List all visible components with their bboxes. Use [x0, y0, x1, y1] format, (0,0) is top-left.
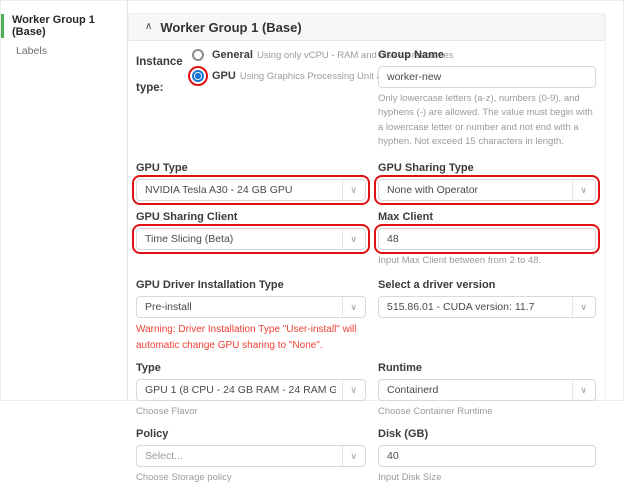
gpu-driver-installation-type-field: GPU Driver Installation Type Pre-install…: [136, 279, 366, 353]
group-name-field: Group Name Only lowercase letters (a-z),…: [378, 49, 596, 149]
instance-type-field: Instance type: General Using only vCPU -…: [136, 49, 366, 149]
driver-install-warning: Warning: Driver Installation Type "User-…: [136, 322, 366, 353]
policy-select[interactable]: Select... ∨: [136, 445, 366, 467]
disk-helper: Input Disk Size: [378, 471, 596, 485]
max-client-helper: Input Max Client between from 2 to 48.: [378, 254, 596, 268]
chevron-down-icon[interactable]: ∨: [342, 446, 357, 466]
gpu-sharing-type-label: GPU Sharing Type: [378, 162, 596, 174]
panel-title: Worker Group 1 (Base): [160, 20, 301, 35]
radio-general-icon[interactable]: [192, 49, 204, 61]
runtime-label: Runtime: [378, 362, 596, 374]
worker-group-panel: ∧ Worker Group 1 (Base) Instance type: G…: [128, 13, 606, 400]
gpu-sharing-type-field: GPU Sharing Type None with Operator ∨: [378, 162, 596, 201]
chevron-down-icon[interactable]: ∨: [342, 180, 357, 200]
flavor-type-field: Type GPU 1 (8 CPU - 24 GB RAM - 24 RAM G…: [136, 362, 366, 419]
gpu-driver-installation-type-label: GPU Driver Installation Type: [136, 279, 366, 291]
group-name-input[interactable]: [378, 66, 596, 88]
flavor-type-select[interactable]: GPU 1 (8 CPU - 24 GB RAM - 24 RAM GPU) ∨: [136, 379, 366, 401]
panel-header[interactable]: ∧ Worker Group 1 (Base): [128, 13, 605, 41]
chevron-up-icon[interactable]: ∧: [145, 22, 152, 32]
chevron-down-icon[interactable]: ∨: [342, 297, 357, 317]
gpu-type-field: GPU Type NVIDIA Tesla A30 - 24 GB GPU ∨: [136, 162, 366, 201]
driver-version-field: Select a driver version 515.86.01 - CUDA…: [378, 279, 596, 353]
policy-helper: Choose Storage policy: [136, 471, 366, 485]
runtime-field: Runtime Containerd ∨ Choose Container Ru…: [378, 362, 596, 419]
chevron-down-icon[interactable]: ∨: [342, 229, 357, 249]
chevron-down-icon[interactable]: ∨: [572, 180, 587, 200]
group-name-label: Group Name: [378, 49, 596, 61]
disk-input[interactable]: [378, 445, 596, 467]
gpu-sharing-client-select[interactable]: Time Slicing (Beta) ∨: [136, 228, 366, 250]
radio-gpu-icon[interactable]: [192, 70, 204, 82]
gpu-sharing-client-field: GPU Sharing Client Time Slicing (Beta) ∨: [136, 211, 366, 268]
disk-label: Disk (GB): [378, 428, 596, 440]
sidebar: Worker Group 1 (Base) Labels: [1, 1, 128, 400]
policy-label: Policy: [136, 428, 366, 440]
flavor-helper: Choose Flavor: [136, 405, 366, 419]
disk-field: Disk (GB) Input Disk Size: [378, 428, 596, 485]
group-name-helper: Only lowercase letters (a-z), numbers (0…: [378, 92, 596, 149]
instance-type-label: Instance type:: [136, 49, 192, 149]
flavor-type-label: Type: [136, 362, 366, 374]
gpu-type-select[interactable]: NVIDIA Tesla A30 - 24 GB GPU ∨: [136, 179, 366, 201]
worker-group-form: Instance type: General Using only vCPU -…: [128, 41, 605, 485]
page: Worker Group 1 (Base) Labels ∧ Worker Gr…: [0, 0, 624, 401]
chevron-down-icon[interactable]: ∨: [342, 380, 357, 400]
max-client-label: Max Client: [378, 211, 596, 223]
driver-version-select[interactable]: 515.86.01 - CUDA version: 11.7 ∨: [378, 296, 596, 318]
chevron-down-icon[interactable]: ∨: [572, 297, 587, 317]
gpu-sharing-type-select[interactable]: None with Operator ∨: [378, 179, 596, 201]
sidebar-item-worker-group[interactable]: Worker Group 1 (Base): [1, 14, 127, 38]
max-client-field: Max Client Input Max Client between from…: [378, 211, 596, 268]
sidebar-item-labels[interactable]: Labels: [1, 45, 127, 57]
gpu-sharing-client-label: GPU Sharing Client: [136, 211, 366, 223]
driver-version-label: Select a driver version: [378, 279, 596, 291]
runtime-helper: Choose Container Runtime: [378, 405, 596, 419]
runtime-select[interactable]: Containerd ∨: [378, 379, 596, 401]
sidebar-item-label: Labels: [16, 45, 47, 57]
gpu-driver-installation-type-select[interactable]: Pre-install ∨: [136, 296, 366, 318]
chevron-down-icon[interactable]: ∨: [572, 380, 587, 400]
sidebar-item-label: Worker Group 1 (Base): [12, 14, 95, 38]
policy-field: Policy Select... ∨ Choose Storage policy: [136, 428, 366, 485]
gpu-type-label: GPU Type: [136, 162, 366, 174]
max-client-input[interactable]: [378, 228, 596, 250]
